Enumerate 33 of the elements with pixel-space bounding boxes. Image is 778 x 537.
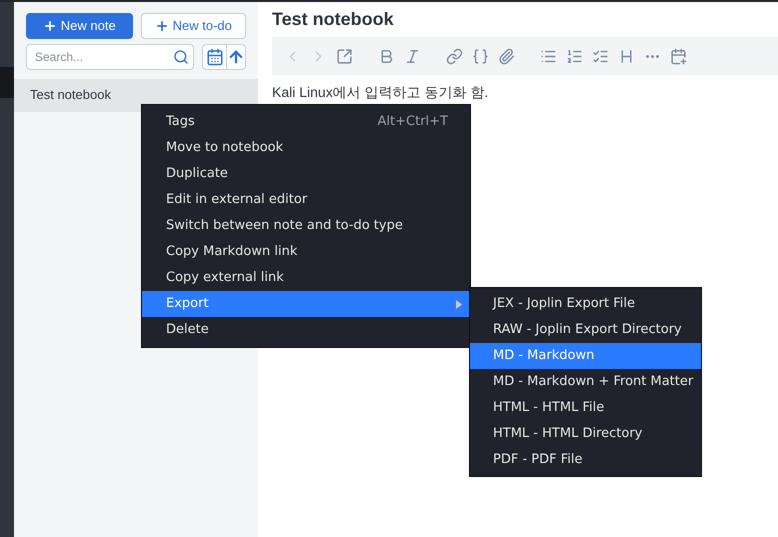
code-icon[interactable]: [472, 48, 489, 64]
selected-row-edge: [0, 67, 14, 98]
external-link-icon[interactable]: [336, 48, 353, 64]
menu-item[interactable]: RAW - Joplin Export Directory: [470, 317, 701, 343]
search-icon: [173, 49, 189, 65]
plus-icon: [42, 19, 57, 33]
menu-item[interactable]: Copy Markdown link: [142, 239, 470, 265]
search-field[interactable]: Search...: [26, 44, 194, 70]
menu-item[interactable]: Copy external link: [142, 265, 470, 291]
menu-item[interactable]: JEX - Joplin Export File: [470, 291, 701, 317]
note-title: Test notebook: [272, 8, 395, 31]
menu-item[interactable]: MD - Markdown + Front Matter: [470, 369, 701, 395]
note-body: Kali Linux에서 입력하고 동기화 함.: [272, 83, 490, 100]
menu-item[interactable]: Duplicate: [142, 161, 470, 187]
new-todo-button[interactable]: New to-do: [140, 13, 246, 39]
insert-date-icon[interactable]: [670, 48, 687, 64]
attachment-icon[interactable]: [498, 48, 515, 64]
italic-icon[interactable]: [404, 48, 421, 64]
new-note-button[interactable]: New note: [26, 13, 132, 39]
numbered-list-icon[interactable]: [566, 48, 583, 64]
menu-item[interactable]: Delete: [142, 317, 470, 343]
menu-item[interactable]: Export: [142, 291, 470, 317]
link-icon[interactable]: [446, 48, 463, 64]
shortcut-label: Alt+Ctrl+T: [378, 113, 448, 132]
menu-item[interactable]: Move to notebook: [142, 135, 470, 161]
menu-item[interactable]: HTML - HTML Directory: [470, 421, 701, 447]
menu-item[interactable]: Edit in external editor: [142, 187, 470, 213]
menu-item[interactable]: MD - Markdown: [470, 343, 701, 369]
menu-item[interactable]: HTML - HTML File: [470, 395, 701, 421]
plus-icon: [154, 19, 169, 33]
menu-item[interactable]: PDF - PDF File: [470, 447, 701, 473]
menu-item[interactable]: Switch between note and to-do type: [142, 213, 470, 239]
menu-item[interactable]: Tags Alt+Ctrl+T: [142, 109, 470, 135]
